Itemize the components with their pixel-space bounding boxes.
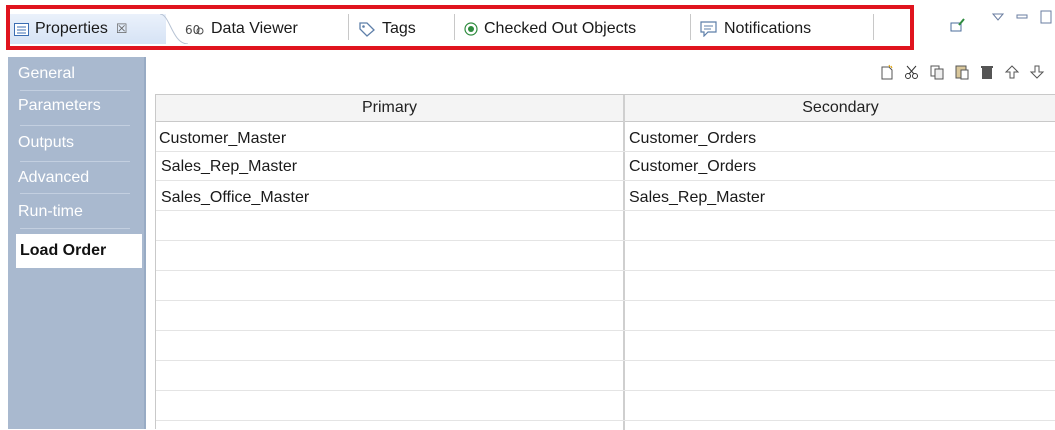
tag-icon — [358, 21, 376, 37]
sidebar-item-load-order[interactable]: Load Order — [16, 234, 142, 268]
row-divider — [156, 270, 1055, 271]
tab-separator — [690, 14, 691, 40]
tab-label: Checked Out Objects — [484, 20, 637, 37]
properties-icon — [14, 22, 29, 36]
paste-icon[interactable] — [954, 64, 970, 80]
sidebar-item-label: Load Order — [20, 242, 107, 259]
divider — [20, 228, 130, 229]
row-divider — [156, 390, 1055, 391]
view-menu-icon[interactable] — [991, 10, 1005, 25]
divider — [20, 193, 130, 194]
tab-checked-out-objects[interactable]: Checked Out Objects — [464, 14, 636, 44]
maximize-icon[interactable] — [1040, 10, 1052, 27]
cell-secondary[interactable]: Customer_Orders — [629, 130, 756, 148]
minimize-icon[interactable] — [1016, 10, 1028, 25]
cell-secondary[interactable]: Sales_Rep_Master — [629, 189, 765, 207]
tab-notifications[interactable]: Notifications — [700, 14, 811, 44]
tab-separator — [348, 14, 349, 40]
divider — [20, 90, 130, 91]
sidebar-item-run-time[interactable]: Run-time — [18, 203, 83, 221]
sidebar-item-parameters[interactable]: Parameters — [18, 97, 101, 115]
tab-label: Properties — [35, 20, 108, 37]
row-divider — [156, 420, 1055, 421]
tab-data-viewer[interactable]: 60 Data Viewer — [185, 14, 298, 44]
row-divider — [156, 240, 1055, 241]
column-header-primary[interactable]: Primary — [156, 95, 623, 122]
new-icon[interactable] — [879, 64, 895, 80]
cell-primary[interactable]: Customer_Master — [159, 130, 286, 148]
sidebar-item-outputs[interactable]: Outputs — [18, 134, 74, 152]
move-up-icon[interactable] — [1004, 64, 1020, 80]
cut-icon[interactable] — [904, 64, 920, 80]
view-tab-bar: Properties ☒ 60 Data Viewer Tags Checked… — [0, 0, 1055, 57]
checked-out-icon — [464, 22, 478, 36]
row-divider — [156, 210, 1055, 211]
properties-sidebar: General Parameters Outputs Advanced Run-… — [8, 57, 146, 429]
sidebar-item-advanced[interactable]: Advanced — [18, 169, 89, 187]
column-divider — [623, 95, 625, 430]
tab-properties[interactable]: Properties ☒ — [10, 14, 166, 44]
row-divider — [156, 300, 1055, 301]
row-divider — [156, 180, 1055, 181]
notifications-icon — [700, 21, 718, 37]
column-header-secondary[interactable]: Secondary — [625, 95, 1055, 122]
tab-separator — [873, 14, 874, 40]
pin-icon[interactable] — [950, 18, 966, 35]
close-icon[interactable]: ☒ — [116, 21, 128, 37]
cell-secondary[interactable]: Customer_Orders — [629, 158, 756, 176]
tab-edge — [160, 14, 188, 44]
cell-primary[interactable]: Sales_Rep_Master — [161, 158, 297, 176]
row-divider — [156, 330, 1055, 331]
tab-label: Data Viewer — [211, 20, 298, 37]
tab-tags[interactable]: Tags — [358, 14, 416, 44]
move-down-icon[interactable] — [1029, 64, 1045, 80]
data-viewer-icon: 60 — [185, 22, 205, 36]
delete-icon[interactable] — [979, 64, 995, 80]
divider — [20, 125, 130, 126]
divider — [20, 161, 130, 162]
cell-primary[interactable]: Sales_Office_Master — [161, 189, 309, 207]
copy-icon[interactable] — [929, 64, 945, 80]
grid-toolbar — [879, 60, 1045, 84]
tab-separator — [454, 14, 455, 40]
row-divider — [156, 151, 1055, 152]
load-order-grid: Primary Secondary Customer_Master Custom… — [155, 94, 1055, 430]
tab-label: Tags — [382, 20, 416, 37]
tab-label: Notifications — [724, 20, 812, 37]
sidebar-item-general[interactable]: General — [18, 65, 75, 83]
row-divider — [156, 360, 1055, 361]
